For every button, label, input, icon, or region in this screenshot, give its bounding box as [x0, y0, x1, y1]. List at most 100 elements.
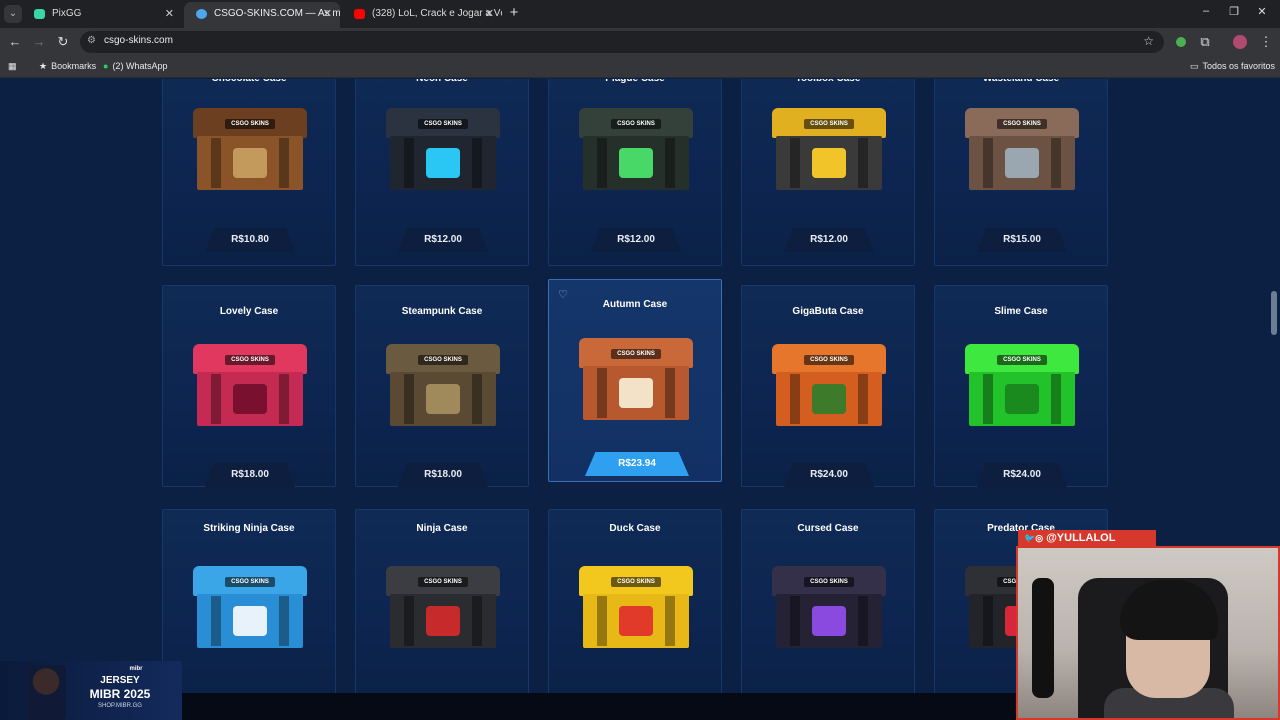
case-image: CSGO SKINS	[772, 566, 886, 652]
menu-kebab-icon[interactable]: ⋮	[1258, 34, 1274, 50]
tab-pixgg[interactable]: PixGG ✕	[22, 2, 182, 28]
case-card[interactable]: Cursed Case CSGO SKINS	[741, 509, 915, 693]
case-title: Neon Case	[356, 79, 528, 84]
case-image: CSGO SKINS	[386, 566, 500, 652]
guitar	[1032, 578, 1054, 698]
webcam-overlay	[1016, 546, 1280, 720]
ad-subheadline: MIBR 2025	[89, 687, 151, 701]
youtube-favicon-icon	[354, 9, 365, 19]
whatsapp-icon: ●	[103, 61, 109, 71]
case-image: CSGO SKINS	[579, 338, 693, 424]
tab-youtube[interactable]: (328) LoL, Crack e Jogar a Vó d ✕	[342, 2, 502, 28]
close-icon[interactable]: ✕	[485, 2, 494, 26]
ad-headline: JERSEY	[100, 675, 140, 686]
case-image: CSGO SKINS	[193, 108, 307, 194]
case-image: CSGO SKINS	[772, 344, 886, 430]
case-image: CSGO SKINS	[772, 108, 886, 194]
case-price-button[interactable]: R$18.00	[398, 463, 488, 487]
csgo-skins-favicon-icon	[196, 9, 207, 19]
case-logo: CSGO SKINS	[804, 119, 854, 129]
case-card[interactable]: Steampunk Case CSGO SKINS R$18.00	[355, 285, 529, 487]
tab-label: CSGO-SKINS.COM — As melho	[214, 8, 340, 19]
case-logo: CSGO SKINS	[997, 355, 1047, 365]
pixgg-favicon-icon	[34, 9, 45, 19]
whatsapp-bookmark[interactable]: ● (2) WhatsApp	[103, 61, 167, 71]
case-title: Autumn Case	[602, 299, 668, 310]
ad-brand: mibr	[129, 666, 143, 672]
case-logo: CSGO SKINS	[804, 355, 854, 365]
case-logo: CSGO SKINS	[804, 577, 854, 587]
case-title: Plague Case	[549, 79, 721, 84]
bookmarks-folder[interactable]: ★ Bookmarks	[39, 61, 96, 72]
close-icon[interactable]: ✕	[323, 2, 332, 26]
case-image: CSGO SKINS	[965, 108, 1079, 194]
case-price-button[interactable]: R$12.00	[591, 228, 681, 252]
case-card[interactable]: Ninja Case CSGO SKINS	[355, 509, 529, 693]
mibr-ad-banner[interactable]: mibr JERSEY MIBR 2025 SHOP.MIBR.GG	[0, 661, 182, 720]
case-card[interactable]: Striking Ninja Case CSGO SKINS	[162, 509, 336, 693]
case-logo: CSGO SKINS	[611, 577, 661, 587]
case-card[interactable]: Chocolate Case CSGO SKINS R$10.80	[162, 79, 336, 266]
case-card[interactable]: Lovely Case CSGO SKINS R$18.00	[162, 285, 336, 487]
case-card[interactable]: Toolbox Case CSGO SKINS R$12.00	[741, 79, 915, 266]
all-bookmarks-folder[interactable]: ▭ Todos os favoritos	[1190, 61, 1275, 72]
case-title: Slime Case	[994, 306, 1048, 317]
close-window-button[interactable]: ✕	[1252, 5, 1272, 18]
url-text[interactable]: csgo-skins.com	[104, 35, 173, 46]
player-photo	[26, 665, 66, 720]
case-image: CSGO SKINS	[579, 108, 693, 194]
tab-csgo-skins[interactable]: CSGO-SKINS.COM — As melho ✕	[184, 2, 340, 28]
site-settings-icon[interactable]: ⚙	[87, 35, 99, 48]
case-price-button[interactable]: R$12.00	[398, 228, 488, 252]
case-price-button[interactable]: R$23.94	[585, 452, 689, 476]
case-price-button[interactable]: R$24.00	[977, 463, 1067, 487]
case-logo: CSGO SKINS	[418, 355, 468, 365]
case-card[interactable]: Slime Case CSGO SKINS R$24.00	[934, 285, 1108, 487]
case-logo: CSGO SKINS	[997, 119, 1047, 129]
case-title: Steampunk Case	[401, 306, 483, 317]
case-card[interactable]: Neon Case CSGO SKINS R$12.00	[355, 79, 529, 266]
case-logo: CSGO SKINS	[225, 355, 275, 365]
case-card[interactable]: Plague Case CSGO SKINS R$12.00	[548, 79, 722, 266]
case-title: Striking Ninja Case	[203, 523, 295, 534]
case-card[interactable]: GigaButa Case CSGO SKINS R$24.00	[741, 285, 915, 487]
profile-avatar[interactable]	[1233, 35, 1247, 49]
case-logo: CSGO SKINS	[611, 349, 661, 359]
case-logo: CSGO SKINS	[225, 577, 275, 587]
minimize-button[interactable]: –	[1196, 5, 1216, 17]
browser-toolbar: ← → ↻ ⚙ csgo-skins.com ☆ ⧉ ⋮	[0, 28, 1280, 56]
case-image: CSGO SKINS	[386, 108, 500, 194]
address-bar[interactable]: ⚙ csgo-skins.com ☆	[80, 31, 1164, 53]
case-title: Chocolate Case	[163, 79, 335, 84]
case-title: Wasteland Case	[935, 79, 1107, 84]
folder-icon: ▭	[1190, 61, 1199, 71]
restore-button[interactable]: ❐	[1224, 5, 1244, 18]
reload-icon[interactable]: ↻	[55, 34, 71, 50]
streamer-handle: 🐦◎ @YULLALOL	[1018, 530, 1156, 547]
case-title: Cursed Case	[797, 523, 859, 534]
case-price-button[interactable]: R$15.00	[977, 228, 1067, 252]
case-image: CSGO SKINS	[965, 344, 1079, 430]
apps-grid-icon[interactable]: ▦	[8, 61, 17, 72]
new-tab-button[interactable]: +	[505, 4, 523, 22]
case-price-button[interactable]: R$18.00	[205, 463, 295, 487]
case-card[interactable]: Duck Case CSGO SKINS	[548, 509, 722, 693]
back-arrow-icon[interactable]: ←	[7, 34, 23, 50]
scrollbar-thumb[interactable]	[1271, 291, 1277, 335]
case-logo: CSGO SKINS	[611, 119, 661, 129]
extensions-puzzle-icon[interactable]: ⧉	[1197, 34, 1213, 50]
case-price-button[interactable]: R$24.00	[784, 463, 874, 487]
tab-label: PixGG	[52, 8, 82, 19]
case-image: CSGO SKINS	[579, 566, 693, 652]
forward-arrow-icon[interactable]: →	[31, 34, 47, 50]
case-price-button[interactable]: R$12.00	[784, 228, 874, 252]
case-card[interactable]: ♡ Autumn Case CSGO SKINS R$23.94	[548, 279, 722, 482]
case-title: Toolbox Case	[742, 79, 914, 84]
bookmark-star-icon[interactable]: ☆	[1143, 34, 1154, 48]
tab-search-button[interactable]: ⌄	[4, 5, 22, 23]
close-icon[interactable]: ✕	[165, 2, 174, 26]
case-title: Duck Case	[609, 523, 661, 534]
case-card[interactable]: Wasteland Case CSGO SKINS R$15.00	[934, 79, 1108, 266]
case-price-button[interactable]: R$10.80	[205, 228, 295, 252]
extension-icon[interactable]	[1176, 37, 1186, 47]
